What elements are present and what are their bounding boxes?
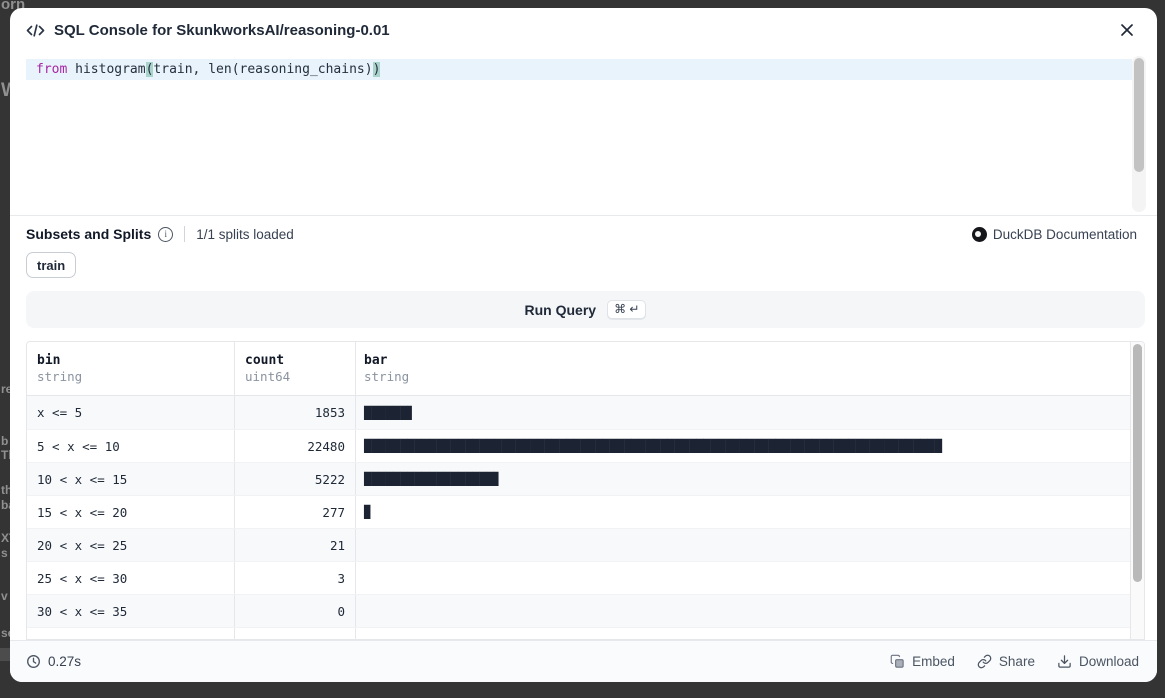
column-name: bar (364, 352, 387, 369)
embed-button[interactable]: Embed (890, 654, 955, 669)
cell-bin: 30 < x <= 35 (27, 595, 235, 627)
cell-bin: 5 < x <= 10 (27, 430, 235, 462)
download-label: Download (1079, 654, 1139, 669)
download-button[interactable]: Download (1057, 654, 1139, 669)
cell-bar (356, 562, 1144, 594)
code-token-kw: from (36, 62, 67, 77)
cell-count: 21 (235, 529, 356, 561)
cell-count: 22480 (235, 430, 356, 462)
cell-bar: ██████████████████▋ (356, 463, 1144, 495)
table-scrollbar[interactable] (1130, 342, 1144, 639)
subsets-label: Subsets and Splits (26, 226, 151, 242)
column-name: bin (37, 352, 60, 369)
modal-title: SQL Console for SkunkworksAI/reasoning-0… (54, 22, 390, 39)
footer-actions: Embed Share Download (890, 654, 1139, 669)
cell-count: 5222 (235, 463, 356, 495)
sql-console-modal: SQL Console for SkunkworksAI/reasoning-0… (10, 8, 1157, 682)
cell-bar: ▉ (356, 496, 1144, 528)
cell-bar: ████████████████████████████████████████… (356, 430, 1144, 462)
background-band (0, 648, 10, 661)
table-row: 30 < x <= 350 (27, 594, 1144, 627)
background-text-fragment: s (1, 546, 8, 560)
code-token-bracket: ( (146, 62, 154, 77)
sql-editor[interactable]: from histogram(train, len(reasoning_chai… (10, 52, 1157, 216)
share-link-icon (977, 654, 992, 669)
column-header-bin: bin string (27, 342, 235, 395)
cell-bar: ██████▋ (356, 396, 1144, 429)
split-badge-train[interactable]: train (26, 252, 76, 278)
clock-icon (26, 654, 41, 669)
column-header-bar: bar string (356, 342, 1144, 395)
table-body: x <= 51853██████▋5 < x <= 1022480███████… (27, 396, 1144, 640)
modal-footer: 0.27s Embed Share (10, 640, 1157, 682)
table-header-row: bin string count uint64 bar string (27, 342, 1144, 396)
table-scrollbar-thumb[interactable] (1133, 344, 1142, 582)
info-icon[interactable]: i (158, 227, 173, 242)
cell-count: 0 (235, 595, 356, 627)
share-button[interactable]: Share (977, 654, 1035, 669)
duration-text: 0.27s (48, 654, 81, 669)
code-icon (26, 23, 45, 38)
cell-bin: 35 < x <= 40 (27, 628, 235, 640)
background-text-fragment: b (1, 434, 8, 448)
code-token-bracket: ) (373, 62, 381, 77)
query-duration: 0.27s (26, 654, 81, 669)
table-row: 25 < x <= 303 (27, 561, 1144, 594)
background-text-fragment: v (1, 589, 8, 603)
duckdb-logo-icon (972, 227, 987, 242)
code-token-plain: histogram (67, 62, 145, 77)
cell-count: 1853 (235, 396, 356, 429)
cell-bin: 20 < x <= 25 (27, 529, 235, 561)
embed-copy-icon (890, 654, 905, 669)
results-table: bin string count uint64 bar string x <= … (26, 341, 1145, 640)
table-row: 20 < x <= 2521 (27, 528, 1144, 561)
subsets-row: Subsets and Splits i 1/1 splits loaded D… (26, 222, 1137, 246)
cell-count: 0 (235, 628, 356, 640)
cell-bar (356, 529, 1144, 561)
duckdb-doc-link[interactable]: DuckDB Documentation (972, 227, 1137, 242)
table-row: x <= 51853██████▋ (27, 396, 1144, 429)
duckdb-doc-label: DuckDB Documentation (993, 227, 1137, 242)
run-query-button[interactable]: Run Query ⌘ ↵ (26, 291, 1145, 328)
table-row: 15 < x <= 20277▉ (27, 495, 1144, 528)
table-row: 10 < x <= 155222██████████████████▋ (27, 462, 1144, 495)
editor-scrollbar[interactable] (1132, 56, 1146, 212)
column-type: uint64 (245, 369, 290, 385)
keyboard-shortcut-badge: ⌘ ↵ (607, 300, 646, 319)
sql-code-line[interactable]: from histogram(train, len(reasoning_chai… (26, 59, 1132, 80)
splits-loaded-text: 1/1 splits loaded (196, 227, 294, 242)
cell-bin: x <= 5 (27, 396, 235, 429)
share-label: Share (999, 654, 1035, 669)
cell-bar (356, 628, 1144, 640)
cell-count: 277 (235, 496, 356, 528)
table-row: 35 < x <= 400 (27, 627, 1144, 640)
cell-bin: 10 < x <= 15 (27, 463, 235, 495)
run-query-label: Run Query (525, 302, 597, 318)
cell-bin: 15 < x <= 20 (27, 496, 235, 528)
editor-scrollbar-thumb[interactable] (1134, 58, 1144, 172)
column-type: string (364, 369, 409, 385)
divider (184, 226, 185, 242)
modal-header: SQL Console for SkunkworksAI/reasoning-0… (10, 8, 1157, 52)
download-icon (1057, 654, 1072, 669)
code-token-plain: train, len(reasoning_chains) (153, 62, 372, 77)
column-header-count: count uint64 (235, 342, 356, 395)
table-row: 5 < x <= 1022480████████████████████████… (27, 429, 1144, 462)
column-type: string (37, 369, 82, 385)
close-icon[interactable] (1113, 16, 1141, 44)
embed-label: Embed (912, 654, 955, 669)
column-name: count (245, 352, 284, 369)
cell-bar (356, 595, 1144, 627)
cell-bin: 25 < x <= 30 (27, 562, 235, 594)
cell-count: 3 (235, 562, 356, 594)
